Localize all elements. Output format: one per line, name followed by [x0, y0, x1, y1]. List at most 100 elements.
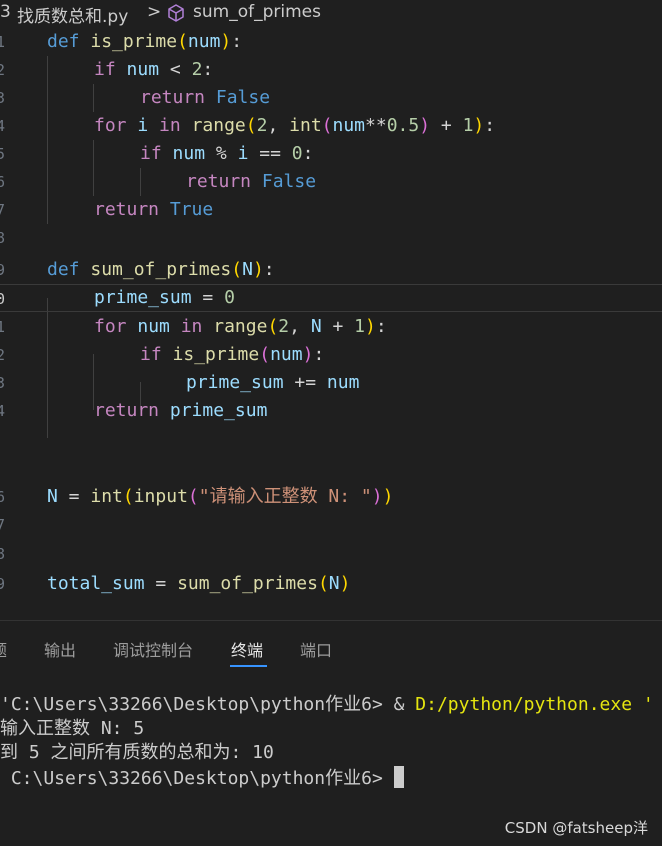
token-operator: + — [430, 115, 463, 136]
token-variable: total_sum — [47, 573, 145, 594]
token-colon: : — [302, 143, 314, 164]
breadcrumb-file[interactable]: 找质数总和.py — [17, 2, 128, 27]
token-keyword: return — [94, 400, 160, 421]
code-line: 3 return False — [0, 84, 662, 112]
token-paren: ( — [177, 31, 188, 52]
token-colon: : — [484, 115, 496, 136]
token-paren: ( — [245, 115, 257, 136]
token-operator: = — [57, 486, 91, 507]
code-line: 8 — [0, 540, 662, 568]
token-variable: prime_sum — [186, 372, 284, 393]
token-function: sum_of_primes — [177, 573, 318, 594]
breadcrumb-chevron: > — [147, 2, 162, 22]
code-line: 1 def is_prime(num): — [0, 28, 662, 56]
code-line: 9 total_sum = sum_of_primes(N) — [0, 570, 662, 598]
terminal-prompt: C:\Users\33266\Desktop\python作业6> — [0, 768, 394, 789]
token-variable: i — [237, 143, 249, 164]
tab-ports[interactable]: 端口 — [300, 637, 332, 661]
tab-output[interactable]: 输出 — [44, 637, 76, 661]
line-number: 1 — [0, 318, 6, 336]
line-number: 6 — [0, 173, 6, 191]
token-keyword: return — [94, 199, 160, 220]
token-comma: , — [267, 115, 290, 136]
token-paren: ( — [317, 573, 329, 594]
tab-terminal[interactable]: 终端 — [231, 637, 263, 661]
terminal-command: D:/python/python.exe ' — [415, 694, 654, 715]
token-operator: == — [248, 143, 292, 164]
code-line: 2 if num < 2: — [0, 56, 662, 84]
breadcrumb-folder[interactable]: 3 — [0, 2, 11, 22]
token-keyword: return — [140, 87, 206, 108]
token-variable: N — [310, 316, 322, 337]
token-variable: N — [47, 486, 58, 507]
token-variable: num — [332, 115, 366, 136]
token-variable: N — [328, 573, 340, 594]
token-paren: ( — [122, 486, 134, 507]
token-number: 2 — [278, 316, 290, 337]
token-keyword: if — [140, 143, 162, 164]
code-line: 6 return False — [0, 168, 662, 196]
token-number: 1 — [462, 115, 474, 136]
token-number: 2 — [191, 59, 203, 80]
token-keyword: return — [186, 171, 252, 192]
token-number: 0 — [224, 287, 235, 308]
token-variable: i — [137, 115, 149, 136]
token-operator: = — [191, 287, 225, 308]
breadcrumb-symbol[interactable]: sum_of_primes — [193, 2, 321, 22]
breadcrumb: 3 找质数总和.py > sum_of_primes — [0, 0, 662, 28]
token-function: input — [133, 486, 188, 507]
token-variable: num — [126, 59, 160, 80]
line-number: 4 — [0, 117, 6, 135]
tab-debug-console[interactable]: 调试控制台 — [113, 637, 193, 661]
code-line: 7 — [0, 511, 662, 539]
token-number: 0 — [291, 143, 303, 164]
line-number: 3 — [0, 374, 6, 392]
token-paren: ( — [187, 486, 199, 507]
terminal-input-line[interactable]: C:\Users\33266\Desktop\python作业6> — [0, 766, 662, 791]
token-function: is_prime — [90, 31, 178, 52]
token-paren: ) — [302, 344, 314, 365]
line-number: 5 — [0, 145, 6, 163]
token-variable: prime_sum — [94, 287, 192, 308]
token-function: is_prime — [172, 344, 260, 365]
token-function: int — [90, 486, 123, 507]
line-number: 9 — [0, 575, 6, 593]
token-paren: ) — [382, 486, 394, 507]
line-number: 8 — [0, 545, 6, 563]
line-number: 3 — [0, 89, 6, 107]
code-line: 3 prime_sum += num — [0, 369, 662, 397]
token-paren: ) — [371, 486, 383, 507]
token-constant: True — [169, 199, 214, 220]
code-line: 8 — [0, 224, 662, 252]
token-variable: prime_sum — [169, 400, 268, 421]
token-variable: num — [270, 344, 303, 365]
tab-problems[interactable]: 题 — [0, 637, 7, 661]
token-operator: += — [283, 372, 327, 393]
current-code-line: 0 prime_sum = 0 — [0, 284, 662, 312]
token-paren: ( — [267, 316, 279, 337]
token-operator: = — [144, 573, 178, 594]
code-line: 4 return prime_sum — [0, 397, 662, 425]
token-variable: num — [326, 372, 360, 393]
token-operator: % — [205, 143, 238, 164]
cube-icon — [166, 3, 186, 28]
code-editor[interactable]: 1 def is_prime(num): 2 if num < 2: 3 ret… — [0, 28, 662, 618]
token-number: 0.5 — [386, 115, 420, 136]
token-constant: False — [215, 87, 271, 108]
terminal-line: 输入正整数 N: 5 — [0, 718, 145, 739]
token-colon: : — [375, 316, 387, 337]
terminal-prompt: 'C:\Users\33266\Desktop\python作业6> & — [0, 694, 416, 715]
line-number: 6 — [0, 488, 6, 506]
code-line: 5 if num % i == 0: — [0, 140, 662, 168]
token-keyword: def — [47, 31, 80, 52]
code-line: 9 def sum_of_primes(N): — [0, 256, 662, 284]
token-paren: ) — [473, 115, 485, 136]
code-line: 4 for i in range(2, int(num**0.5) + 1): — [0, 112, 662, 140]
line-number: 2 — [0, 346, 6, 364]
terminal-line: 'C:\Users\33266\Desktop\python作业6> & D:/… — [0, 693, 662, 717]
token-paren: ( — [321, 115, 333, 136]
watermark: CSDN @fatsheep洋 — [504, 819, 648, 837]
token-keyword: for — [94, 115, 127, 136]
token-paren: ) — [419, 115, 431, 136]
line-number: 2 — [0, 61, 6, 79]
